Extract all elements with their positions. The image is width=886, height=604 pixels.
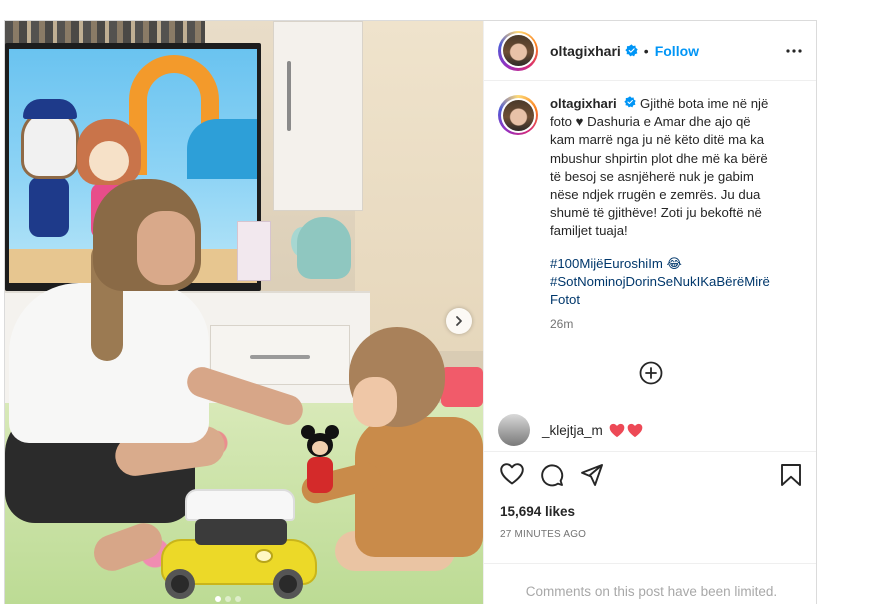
photo-drawer-handle	[250, 355, 310, 359]
caption-hashtags: #100MijëEuroshiIm 😂 #SotNominojDorinSeNu…	[550, 255, 794, 310]
avatar-frame	[500, 97, 536, 133]
hashtag-link[interactable]: #SotNominojDorinSeNukIKaBërëMirë	[550, 273, 794, 291]
verified-badge-icon	[624, 96, 637, 108]
post-actions	[500, 463, 805, 491]
caption-username[interactable]: oltagixhari	[550, 96, 617, 111]
photo-cartoon-pup2-face	[89, 141, 129, 181]
heart-icon	[500, 463, 524, 485]
author-username[interactable]: oltagixhari	[550, 43, 621, 59]
red-heart-icon	[627, 423, 643, 437]
comment-hearts	[609, 423, 643, 438]
photo-woman-face	[137, 211, 195, 285]
more-options-button[interactable]	[785, 42, 803, 65]
caption-timestamp[interactable]: 26m	[550, 315, 794, 333]
caption-text-line: Gjithë bota ime në një	[640, 96, 769, 111]
bookmark-icon	[781, 464, 801, 486]
red-heart-icon	[609, 423, 625, 437]
photo-toy-car	[155, 489, 321, 599]
comment-button[interactable]	[540, 463, 564, 492]
caption-line: oltagixhari Gjithë bota ime në një	[550, 95, 794, 113]
carousel-next-button[interactable]	[446, 308, 472, 334]
like-button[interactable]	[500, 463, 524, 490]
photo-mickey-face	[312, 441, 328, 455]
caption-body: oltagixhari Gjithë bota ime në një foto …	[550, 95, 794, 333]
load-more-comments-button[interactable]	[639, 361, 663, 390]
comment-row: _klejtja_m	[498, 414, 643, 446]
caption-text-line: foto ♥ Dashuria e Amar dhe ajo që	[550, 114, 751, 130]
photo-elephant-toy	[297, 217, 351, 279]
caption-author-avatar[interactable]	[498, 95, 538, 135]
caption-text-line: familjet tuaja!	[550, 223, 628, 239]
caption-text-line: nëse ndjek rrugën e zemrës. Ju dua	[550, 187, 761, 203]
photo-toy-car-wheel	[273, 569, 303, 599]
commenter-username[interactable]: _klejtja_m	[542, 423, 603, 438]
share-icon	[581, 464, 603, 486]
header-separator: •	[643, 42, 649, 59]
hashtag-link[interactable]: #100MijëEuroshiIm 😂	[550, 255, 794, 273]
photo-cartoon-pup	[21, 109, 79, 179]
caption-text-line: shumë të gjithëve! Zoti ju bekoftë në	[550, 205, 762, 221]
carousel-dot	[225, 596, 231, 602]
hashtag-link[interactable]: Fotot	[550, 291, 794, 309]
post-photo[interactable]	[5, 21, 483, 604]
instagram-post-card: oltagixhari • Follow oltagixhari Gjithë …	[4, 20, 817, 604]
photo-toy-car-wheel	[165, 569, 195, 599]
add-circle-icon	[639, 361, 663, 385]
photo-cartoon-pup-body	[29, 177, 69, 237]
save-button[interactable]	[780, 463, 802, 492]
follow-button[interactable]: Follow	[655, 43, 699, 59]
likes-count[interactable]: 15,694 likes	[500, 504, 575, 519]
post-side-panel: oltagixhari • Follow oltagixhari Gjithë …	[483, 21, 816, 604]
carousel-dot	[215, 596, 221, 602]
carousel-dot	[235, 596, 241, 602]
divider	[484, 451, 816, 452]
photo-child-face	[353, 377, 397, 427]
avatar-photo	[502, 99, 534, 131]
photo-cartoon-slide	[187, 119, 257, 179]
post-time[interactable]: 27 MINUTES AGO	[500, 529, 586, 540]
verified-badge-icon	[625, 44, 638, 57]
author-avatar[interactable]	[498, 30, 538, 71]
avatar-photo	[502, 35, 534, 66]
photo-cartoon-pup-hat	[23, 99, 77, 119]
photo-mickey-toy	[301, 425, 339, 499]
caption: oltagixhari Gjithë bota ime në një foto …	[498, 95, 808, 333]
share-button[interactable]	[580, 463, 604, 492]
divider	[484, 563, 816, 564]
commenter-avatar[interactable]	[498, 414, 530, 446]
photo-wall	[355, 21, 483, 351]
photo-tissue-box	[237, 221, 271, 281]
comment-icon	[541, 464, 564, 487]
photo-toy-car-light	[255, 549, 273, 563]
more-options-icon	[786, 49, 802, 53]
photo-toy-box	[441, 367, 483, 407]
chevron-right-icon	[456, 316, 462, 326]
avatar-frame	[500, 33, 536, 68]
caption-text-line: të besoj se asnjëherë nuk je gabim	[550, 168, 754, 184]
photo-mickey-body	[307, 457, 333, 493]
caption-text-line: kam marrë nga ju në këto ditë ma ka	[550, 132, 765, 148]
photo-toy-car-roof	[185, 489, 295, 521]
post-header: oltagixhari • Follow	[484, 21, 816, 81]
photo-toy-car-window	[195, 519, 287, 545]
caption-text-line: mbushur shpirtin plot dhe më ka bërë	[550, 150, 768, 166]
carousel-indicator	[215, 596, 241, 602]
photo-cabinet-handle	[287, 61, 291, 131]
comments-limited-notice: Comments on this post have been limited.	[525, 584, 778, 599]
